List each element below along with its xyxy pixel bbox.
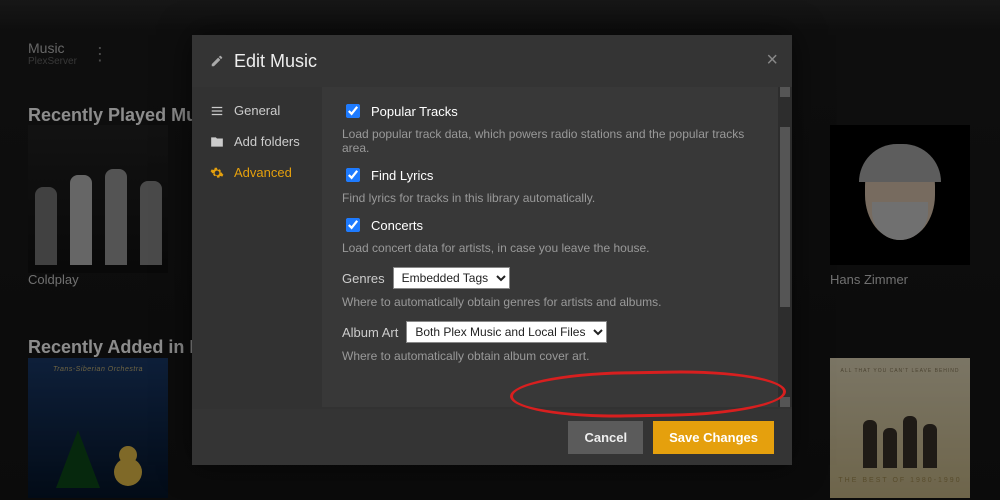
modal-footer: Cancel Save Changes [192,409,792,465]
list-icon [210,104,224,118]
cancel-button[interactable]: Cancel [568,421,643,454]
option-help: Where to automatically obtain genres for… [342,295,772,309]
option-label: Popular Tracks [371,104,458,119]
option-label: Album Art [342,325,398,340]
close-icon[interactable]: × [766,49,778,72]
sidebar-item-label: Advanced [234,165,292,180]
sidebar-item-label: General [234,103,280,118]
album-art-select[interactable]: Both Plex Music and Local Files [406,321,607,343]
option-help: Load concert data for artists, in case y… [342,241,772,255]
option-help: Where to automatically obtain album cove… [342,349,772,363]
sidebar-item-general[interactable]: General [192,95,322,126]
option-album-art: Album Art Both Plex Music and Local File… [342,321,772,363]
option-label: Find Lyrics [371,168,433,183]
scrollbar-thumb[interactable] [780,127,790,307]
option-genres: Genres Embedded Tags Where to automatica… [342,267,772,309]
option-label: Genres [342,271,385,286]
popular-tracks-checkbox[interactable] [346,104,360,118]
option-popular-tracks: Popular Tracks Load popular track data, … [342,101,772,155]
modal-title: Edit Music [234,51,317,72]
folder-icon [210,135,224,149]
modal-header: Edit Music × [192,35,792,87]
concerts-checkbox[interactable] [346,218,360,232]
find-lyrics-checkbox[interactable] [346,168,360,182]
option-help: Load popular track data, which powers ra… [342,127,772,155]
edit-library-modal: Edit Music × General Add folders Advance… [192,35,792,465]
scrollbar[interactable] [778,87,792,407]
option-help: Find lyrics for tracks in this library a… [342,191,772,205]
gear-icon [210,166,224,180]
sidebar-item-folders[interactable]: Add folders [192,126,322,157]
option-find-lyrics: Find Lyrics Find lyrics for tracks in th… [342,165,772,205]
settings-pane: Popular Tracks Load popular track data, … [322,87,792,407]
sidebar-item-label: Add folders [234,134,300,149]
edit-icon [210,54,224,68]
modal-sidebar: General Add folders Advanced [192,87,322,407]
save-changes-button[interactable]: Save Changes [653,421,774,454]
genres-select[interactable]: Embedded Tags [393,267,510,289]
sidebar-item-advanced[interactable]: Advanced [192,157,322,188]
option-label: Concerts [371,218,423,233]
option-concerts: Concerts Load concert data for artists, … [342,215,772,255]
